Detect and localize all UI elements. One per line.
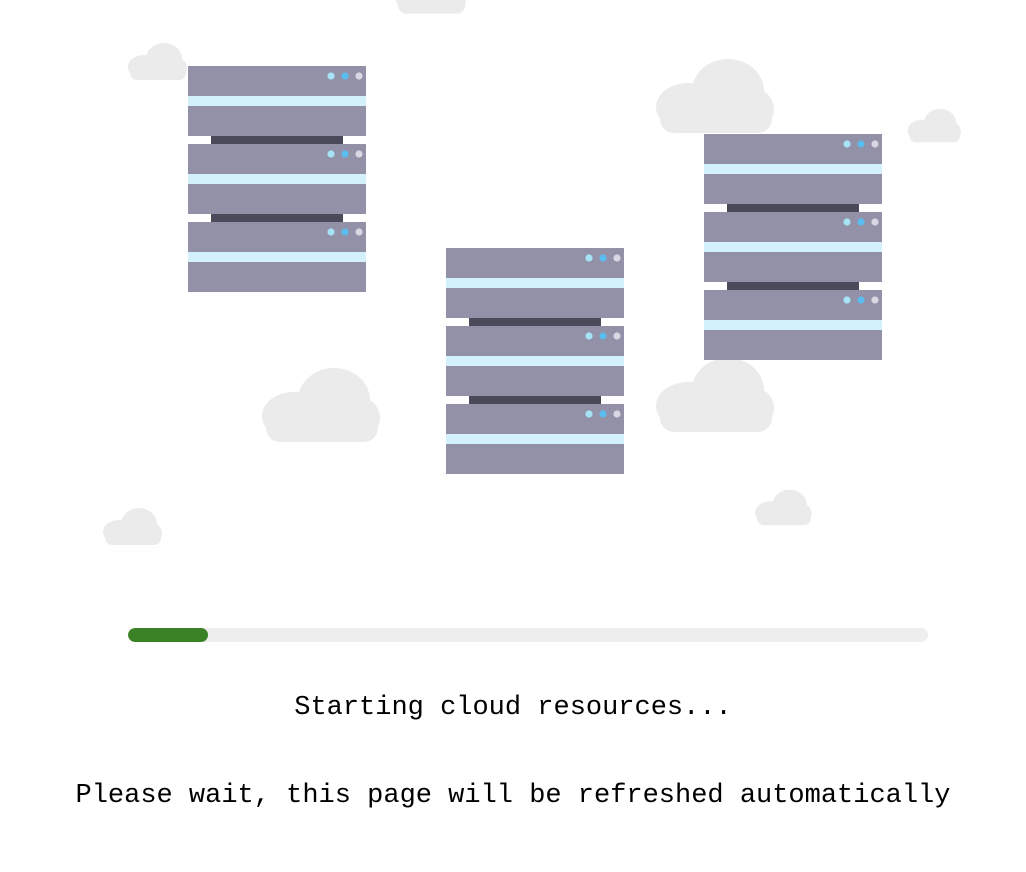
cloud-icon (103, 508, 162, 545)
cloud-icon (907, 108, 961, 143)
server-cloud-illustration (103, 0, 961, 545)
cloud-icon (755, 489, 812, 526)
cloud-icon (395, 0, 467, 14)
cloud-icon (262, 368, 380, 442)
status-message: Starting cloud resources... (294, 693, 732, 723)
cloud-icon (128, 43, 187, 80)
server-rack-icon (446, 248, 624, 474)
progress-bar (128, 628, 928, 642)
cloud-icon (656, 59, 774, 133)
server-rack-icon (704, 134, 882, 360)
progress-bar-fill (128, 628, 208, 642)
wait-message: Please wait, this page will be refreshed… (75, 781, 951, 811)
cloud-icon (656, 358, 774, 432)
server-rack-icon (188, 66, 366, 292)
